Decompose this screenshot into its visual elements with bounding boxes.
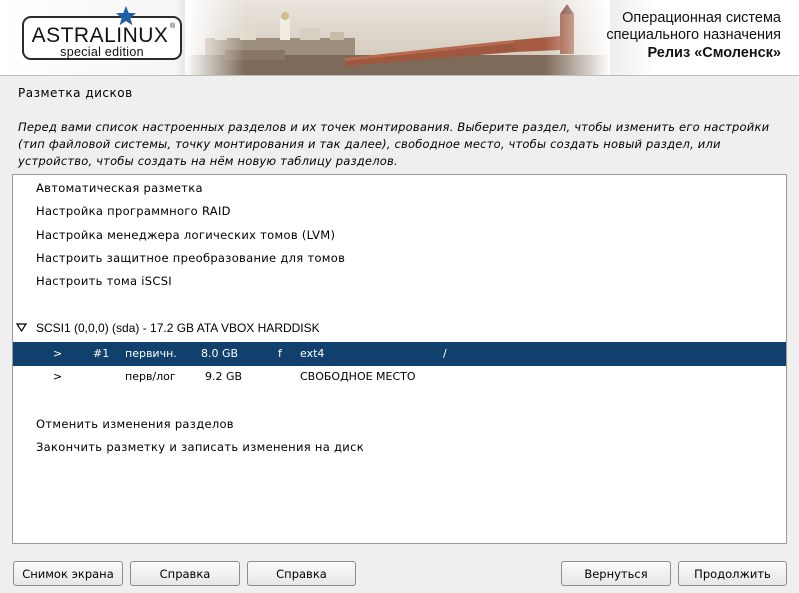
kremlin-banner-image: [185, 0, 610, 75]
list-item-label: Закончить разметку и записать изменения …: [36, 440, 364, 454]
list-item-label: Настройка менеджера логических томов (LV…: [36, 228, 336, 242]
partition-size: 8.0 GB: [201, 347, 239, 360]
disk-label: SCSI1 (0,0,0) (sda) - 17.2 GB ATA VBOX H…: [36, 321, 320, 335]
list-item-encryption[interactable]: Настроить защитное преобразование для то…: [13, 247, 786, 269]
list-item-label: Отменить изменения разделов: [36, 417, 234, 431]
logo-edition: special edition: [60, 45, 144, 59]
list-item-label: Настроить тома iSCSI: [36, 274, 172, 288]
expand-triangle-icon: [16, 323, 27, 333]
disk-row-sda[interactable]: SCSI1 (0,0,0) (sda) - 17.2 GB ATA VBOX H…: [13, 317, 786, 339]
partition-arrow: >: [53, 370, 63, 383]
help-button-secondary[interactable]: Справка: [247, 561, 356, 586]
partition-row-1[interactable]: > #1 первичн. 8.0 GB f ext4 /: [13, 342, 786, 366]
os-release: Релиз «Смоленск»: [647, 45, 781, 61]
os-name-line1: Операционная система: [622, 10, 781, 26]
partition-number: #1: [93, 347, 110, 360]
screenshot-button[interactable]: Снимок экрана: [13, 561, 123, 586]
list-item-label: Настроить защитное преобразование для то…: [36, 251, 346, 265]
partition-type: перв/лог: [125, 370, 176, 383]
list-item-label: Настройка программного RAID: [36, 204, 231, 218]
os-name-line2: специального назначения: [606, 27, 781, 43]
partition-fs: СВОБОДНОЕ МЕСТО: [300, 370, 416, 383]
list-item-undo-changes[interactable]: Отменить изменения разделов: [13, 413, 786, 435]
list-item-lvm[interactable]: Настройка менеджера логических томов (LV…: [13, 224, 786, 246]
logo-registered-mark: ®: [170, 23, 176, 30]
list-item-auto-partition[interactable]: Автоматическая разметка: [13, 177, 786, 199]
partition-mount: /: [443, 347, 447, 360]
back-button[interactable]: Вернуться: [561, 561, 671, 586]
page-title: Разметка дисков: [18, 86, 133, 100]
list-item-label: Автоматическая разметка: [36, 181, 203, 195]
astralinux-logo: ASTRALINUX ® special edition: [22, 5, 182, 60]
header-banner: ASTRALINUX ® special edition Операционна…: [0, 0, 799, 76]
list-item-raid[interactable]: Настройка программного RAID: [13, 200, 786, 222]
partition-flag: f: [278, 347, 282, 360]
partition-list[interactable]: Автоматическая разметка Настройка програ…: [12, 174, 787, 544]
partition-arrow: >: [53, 347, 63, 360]
help-button[interactable]: Справка: [130, 561, 240, 586]
page-description: Перед вами список настроенных разделов и…: [18, 120, 770, 168]
partition-size: 9.2 GB: [205, 370, 243, 383]
list-item-finish-partitioning[interactable]: Закончить разметку и записать изменения …: [13, 436, 786, 458]
partition-fs: ext4: [300, 347, 325, 360]
partition-row-free[interactable]: > перв/лог 9.2 GB СВОБОДНОЕ МЕСТО: [13, 366, 786, 388]
partition-type: первичн.: [125, 347, 177, 360]
list-item-iscsi[interactable]: Настроить тома iSCSI: [13, 270, 786, 292]
continue-button[interactable]: Продолжить: [678, 561, 787, 586]
